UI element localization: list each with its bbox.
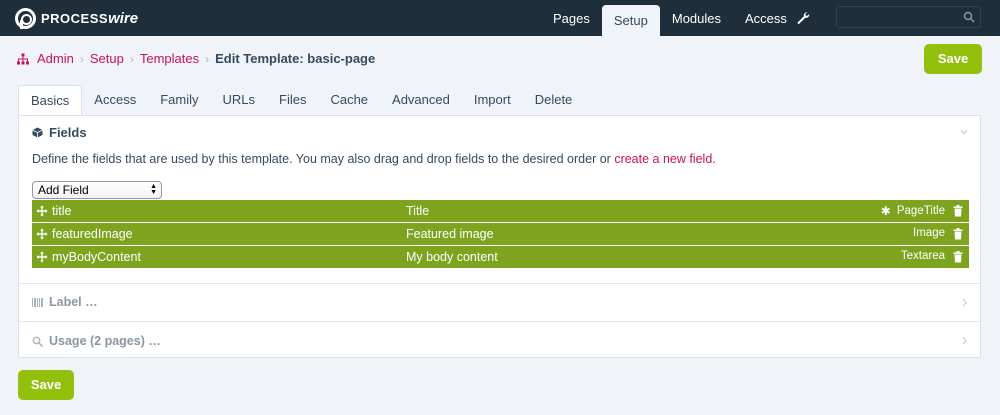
masthead: PROCESSwire Pages Setup Modules Access <box>0 0 1000 41</box>
field-row[interactable]: featuredImage Featured image Image <box>32 223 969 245</box>
chevron-right-icon[interactable] <box>961 298 968 307</box>
field-label: My body content <box>406 250 498 264</box>
nav-access[interactable]: Access <box>733 0 799 36</box>
field-row[interactable]: title Title ✱ PageTitle <box>32 200 969 222</box>
search-icon <box>32 336 43 347</box>
tab-cache[interactable]: Cache <box>318 85 380 115</box>
top-navigation: Pages Setup Modules Access <box>541 0 799 41</box>
tab-urls[interactable]: URLs <box>210 85 267 115</box>
field-name: title <box>52 204 72 218</box>
required-asterisk-icon: ✱ <box>880 204 891 218</box>
tab-access[interactable]: Access <box>82 85 148 115</box>
save-button-top[interactable]: Save <box>924 44 982 74</box>
field-type: Image <box>913 227 945 239</box>
move-arrows-icon[interactable] <box>36 251 48 263</box>
page-title: Edit Template: basic-page <box>215 51 376 66</box>
fields-section: Fields Define the fields that are used b… <box>19 116 980 284</box>
add-field-select[interactable]: Add Field ▲ ▼ <box>32 181 162 199</box>
processwire-logo[interactable]: PROCESSwire <box>15 7 138 29</box>
breadcrumb-admin[interactable]: Admin <box>37 51 74 66</box>
tab-basics[interactable]: Basics <box>18 85 83 116</box>
field-type: PageTitle <box>896 205 945 217</box>
breadcrumb-setup[interactable]: Setup <box>90 51 124 66</box>
tab-import[interactable]: Import <box>462 85 523 115</box>
fields-section-header[interactable]: Fields <box>32 125 87 140</box>
move-arrows-icon[interactable] <box>36 205 48 217</box>
breadcrumb-templates[interactable]: Templates <box>140 51 199 66</box>
fields-description: Define the fields that are used by this … <box>32 152 716 166</box>
select-arrows-icon: ▲ ▼ <box>150 183 157 196</box>
field-label: Featured image <box>406 227 494 241</box>
logo-text: PROCESSwire <box>41 9 139 27</box>
field-name: myBodyContent <box>52 250 141 264</box>
field-row[interactable]: myBodyContent My body content Textarea <box>32 246 969 268</box>
wrench-icon[interactable] <box>796 11 810 25</box>
processwire-logo-icon <box>15 7 36 29</box>
section-divider <box>19 283 980 284</box>
breadcrumb-separator: › <box>79 51 84 66</box>
chevron-down-icon[interactable] <box>960 128 968 136</box>
search-input[interactable] <box>836 6 981 28</box>
sitemap-icon[interactable] <box>17 53 29 65</box>
nav-modules[interactable]: Modules <box>660 0 733 36</box>
trash-icon[interactable] <box>953 251 963 263</box>
tab-family[interactable]: Family <box>148 85 210 115</box>
breadcrumb-separator: › <box>129 51 134 66</box>
breadcrumb-separator: › <box>205 51 210 66</box>
field-list: title Title ✱ PageTitle featuredImage Fe… <box>32 200 969 269</box>
save-button-bottom[interactable]: Save <box>18 370 74 400</box>
tab-advanced[interactable]: Advanced <box>380 85 462 115</box>
usage-section-header[interactable]: Usage (2 pages) … <box>32 334 161 348</box>
fields-section-title: Fields <box>49 125 87 140</box>
label-section-header[interactable]: Label … <box>32 295 98 309</box>
barcode-icon <box>32 297 43 307</box>
trash-icon[interactable] <box>953 205 963 217</box>
cube-icon <box>32 127 43 138</box>
field-label: Title <box>406 204 430 218</box>
nav-pages[interactable]: Pages <box>541 0 602 36</box>
field-type: Textarea <box>900 250 945 262</box>
trash-icon[interactable] <box>953 228 963 240</box>
tab-files[interactable]: Files <box>267 85 318 115</box>
search-icon[interactable] <box>963 11 975 23</box>
create-new-field-link[interactable]: create a new field. <box>614 152 715 166</box>
breadcrumb: Admin › Setup › Templates › Edit Templat… <box>17 51 375 66</box>
chevron-right-icon[interactable] <box>961 336 968 345</box>
template-tabs: Basics Access Family URLs Files Cache Ad… <box>18 85 585 116</box>
field-name: featuredImage <box>52 227 133 241</box>
basics-panel: Fields Define the fields that are used b… <box>18 115 981 358</box>
section-divider <box>19 321 980 322</box>
move-arrows-icon[interactable] <box>36 228 48 240</box>
tab-delete[interactable]: Delete <box>523 85 585 115</box>
nav-setup[interactable]: Setup <box>601 5 660 41</box>
